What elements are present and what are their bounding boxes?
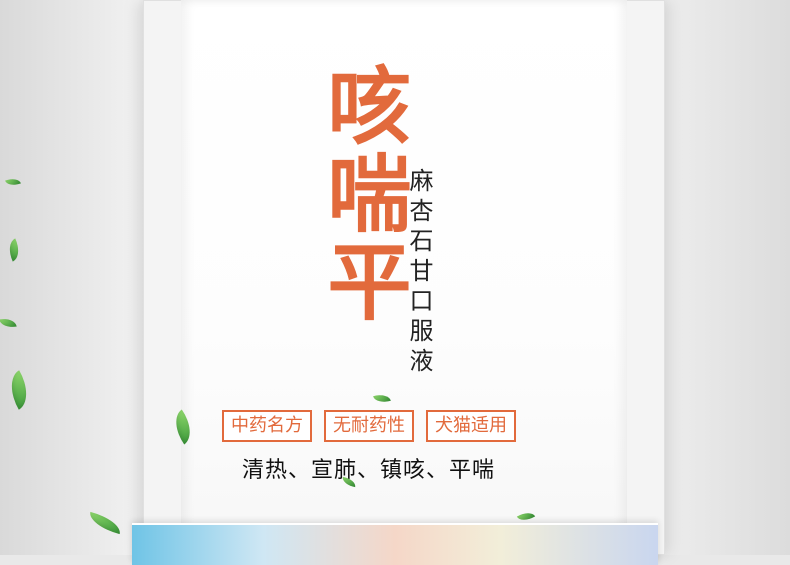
tag-dogs-cats: 犬猫适用	[426, 410, 516, 442]
product-box	[132, 523, 658, 565]
tag-traditional-formula: 中药名方	[222, 410, 312, 442]
product-subtitle: 麻杏石甘口服液	[405, 168, 433, 378]
tag-no-resistance: 无耐药性	[324, 410, 414, 442]
effects-text: 清热、宣肺、镇咳、平喘	[242, 458, 496, 483]
feature-tags: 中药名方 无耐药性 犬猫适用	[222, 410, 516, 442]
product-title: 咳喘平	[314, 62, 413, 326]
